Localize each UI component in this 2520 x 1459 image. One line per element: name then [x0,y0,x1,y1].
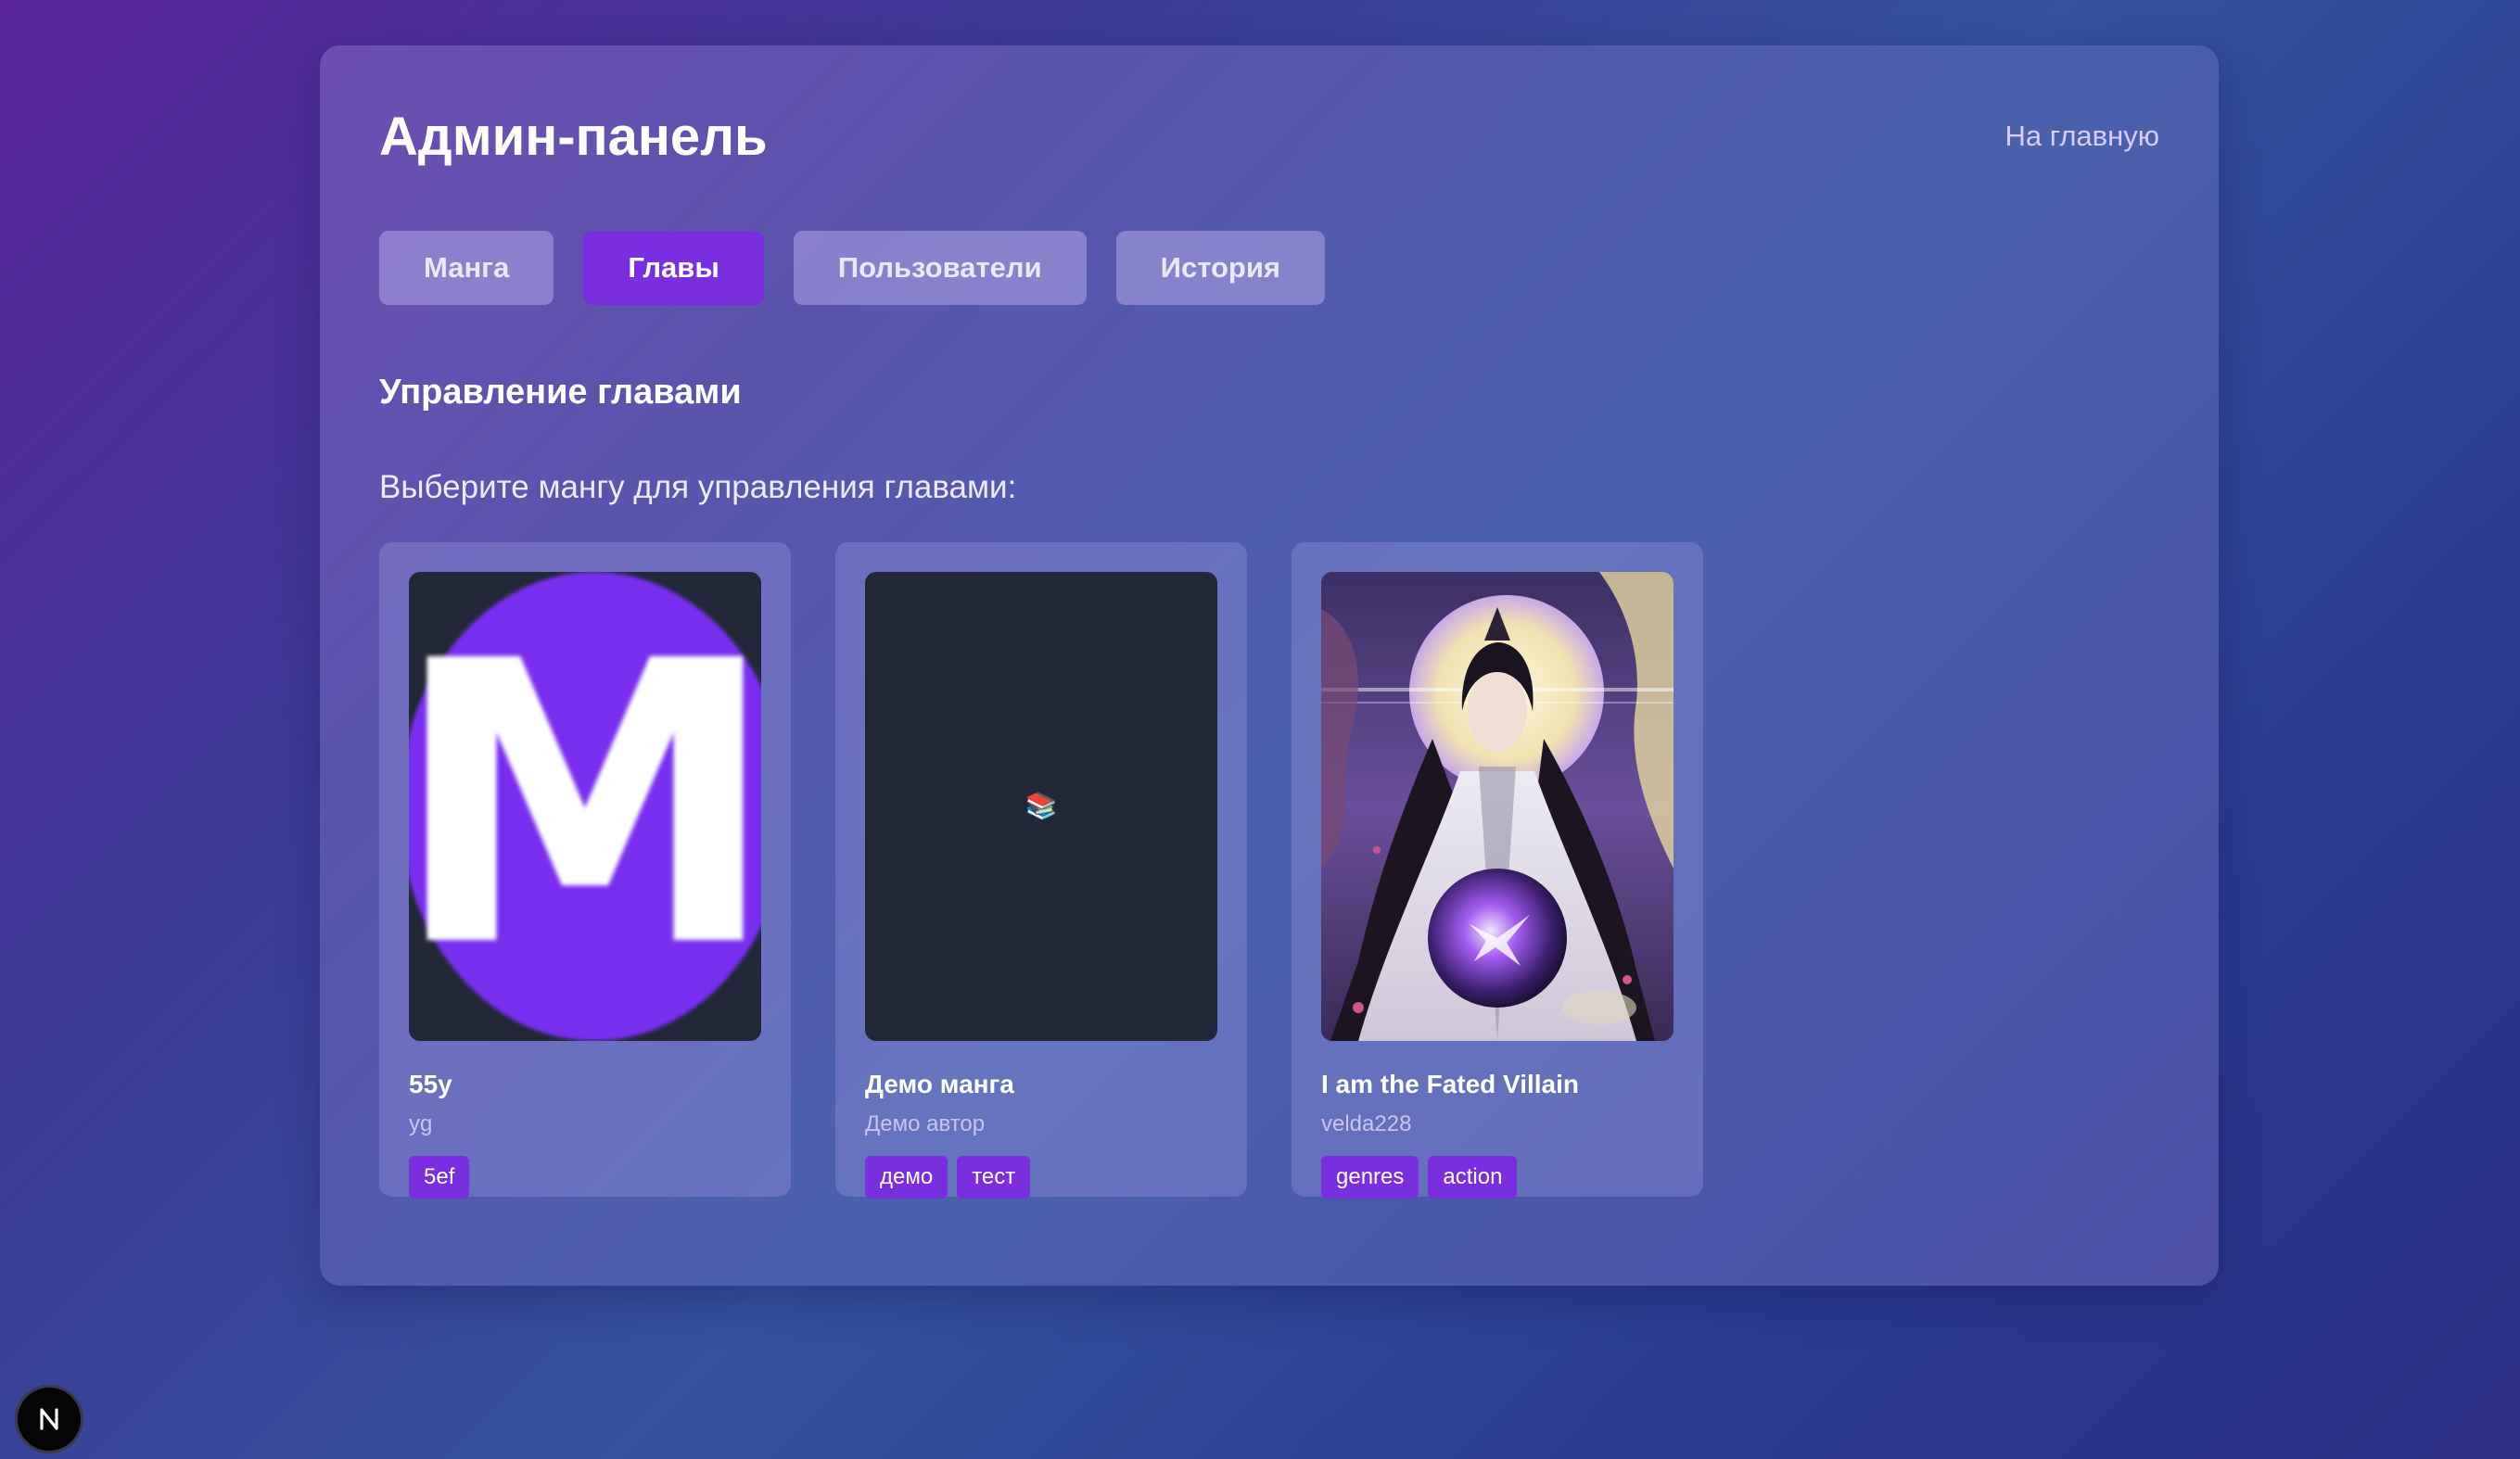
letter-m-logo-icon: M [409,579,761,1033]
manga-author: Демо автор [865,1110,986,1136]
manga-title: 55y [409,1070,452,1098]
tab-chapters[interactable]: Главы [583,231,764,305]
admin-panel: Админ-панель На главную Манга Главы Поль… [320,45,2219,1286]
manga-cover-image: M [409,572,761,1041]
genre-tags: демо тест [865,1156,1217,1199]
genre-tags: genres action [1321,1156,1674,1199]
manga-cover-image [1321,572,1674,1041]
manga-card[interactable]: I am the Fated Villain velda228 genres a… [1292,542,1703,1199]
tab-history[interactable]: История [1115,231,1325,305]
manga-card[interactable]: 📚 Демо манга Демо автор демо тест [835,542,1247,1199]
tab-users[interactable]: Пользователи [793,231,1087,305]
nextjs-dev-indicator-icon [40,1408,58,1430]
manga-title: Демо манга [865,1070,1014,1098]
section-title: Управление главами [379,373,742,412]
genre-tag: genres [1321,1156,1419,1199]
manga-cover-placeholder: 📚 [865,572,1217,1041]
anime-illustration-image [1321,572,1674,1041]
tab-manga[interactable]: Манга [379,231,554,305]
tab-bar: Манга Главы Пользователи История [379,231,1325,305]
manga-author: yg [409,1110,433,1136]
genre-tags: 5ef [409,1156,761,1199]
nextjs-dev-indicator-button[interactable] [15,1385,83,1453]
manga-title: I am the Fated Villain [1321,1070,1580,1098]
genre-tag: демо [865,1156,948,1199]
section-subtitle: Выберите мангу для управления главами: [379,469,1017,505]
manga-card-list: M 55y yg 5ef 📚 Демо манга Демо автор дем… [379,542,1703,1199]
genre-tag: тест [957,1156,1031,1199]
manga-card[interactable]: M 55y yg 5ef [379,542,791,1199]
page-title: Админ-панель [379,107,768,167]
books-icon: 📚 [1025,792,1058,820]
home-link[interactable]: На главную [2005,120,2159,153]
genre-tag: 5ef [409,1156,470,1199]
genre-tag: action [1428,1156,1518,1199]
manga-author: velda228 [1321,1110,1412,1136]
